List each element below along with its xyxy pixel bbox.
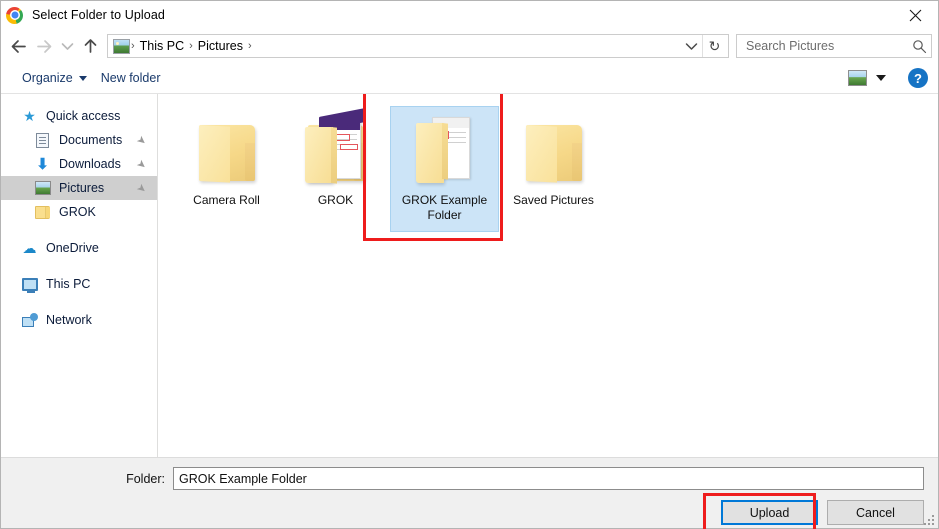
sidebar-item-this-pc[interactable]: This PC	[1, 272, 157, 296]
pictures-folder-icon	[113, 38, 130, 54]
breadcrumb-this-pc[interactable]: This PC	[136, 39, 188, 53]
up-arrow-icon	[84, 39, 96, 53]
sidebar-item-quick-access[interactable]: ★ Quick access	[1, 104, 157, 128]
pin-icon: ➤	[133, 180, 149, 196]
up-button[interactable]	[77, 33, 103, 59]
organize-button[interactable]: Organize	[15, 68, 94, 88]
dialog-footer: Folder: Upload Cancel	[1, 457, 938, 529]
download-icon: ⬇	[36, 155, 49, 173]
sidebar-item-network[interactable]: Network	[1, 308, 157, 332]
refresh-button[interactable]: ↻	[702, 35, 726, 57]
sidebar-item-label: GROK	[59, 205, 96, 219]
open-folder-icon	[408, 113, 482, 187]
folder-item-grok-example-folder[interactable]: GROK Example Folder	[390, 106, 499, 232]
folder-item-camera-roll[interactable]: Camera Roll	[172, 106, 281, 232]
sidebar-item-label: Quick access	[46, 109, 121, 123]
cancel-button[interactable]: Cancel	[827, 500, 924, 525]
cloud-icon: ☁	[22, 240, 37, 256]
folder-name-row: Folder:	[1, 458, 938, 490]
view-mode-icon[interactable]	[848, 70, 867, 86]
select-folder-dialog: Select Folder to Upload › This PC › Pict…	[0, 0, 939, 529]
button-row: Upload Cancel	[1, 490, 938, 529]
forward-arrow-icon	[36, 39, 51, 53]
search-input[interactable]	[744, 38, 912, 54]
navigation-bar: › This PC › Pictures › ↻	[1, 29, 938, 63]
resize-grip[interactable]	[922, 513, 934, 525]
help-icon[interactable]: ?	[908, 68, 928, 88]
folder-field-label: Folder:	[126, 471, 165, 486]
breadcrumb-pictures[interactable]: Pictures	[194, 39, 247, 53]
pin-icon: ➤	[133, 156, 149, 172]
dialog-body: ★ Quick access Documents ➤ ⬇ Downloads ➤…	[1, 94, 938, 457]
folder-name-input[interactable]	[173, 467, 924, 490]
sidebar-item-label: Downloads	[59, 157, 121, 171]
chevron-down-icon	[78, 75, 87, 81]
back-arrow-icon	[11, 39, 26, 53]
file-label: Camera Roll	[193, 193, 260, 207]
pictures-icon	[34, 180, 51, 196]
chevron-down-icon	[61, 42, 73, 50]
close-icon	[909, 9, 921, 21]
file-label: Saved Pictures	[513, 193, 594, 207]
folder-icon	[34, 204, 51, 220]
forward-button[interactable]	[31, 33, 57, 59]
sidebar-item-label: Pictures	[59, 181, 105, 195]
computer-icon	[21, 276, 38, 293]
chevron-down-icon[interactable]	[876, 75, 886, 81]
title-bar: Select Folder to Upload	[1, 1, 938, 29]
command-toolbar: Organize New folder ?	[1, 63, 938, 94]
sidebar-item-label: This PC	[46, 277, 91, 291]
address-bar[interactable]: › This PC › Pictures › ↻	[107, 34, 729, 58]
folder-with-preview-icon	[299, 108, 373, 187]
sidebar-item-grok[interactable]: GROK	[1, 200, 157, 224]
folder-icon	[517, 113, 591, 187]
star-icon: ★	[23, 108, 36, 124]
window-title: Select Folder to Upload	[32, 8, 165, 22]
sidebar-item-label: OneDrive	[46, 241, 99, 255]
upload-button[interactable]: Upload	[721, 500, 818, 525]
sidebar-item-label: Documents	[59, 133, 123, 147]
file-label: GROK	[317, 193, 354, 207]
sidebar-item-label: Network	[46, 313, 92, 327]
file-grid: Camera Roll GROK GROK Example Folder Sav…	[158, 94, 938, 232]
back-button[interactable]	[5, 33, 31, 59]
document-icon	[34, 132, 51, 148]
pin-icon: ➤	[133, 132, 149, 148]
search-box[interactable]	[736, 34, 932, 58]
file-label: GROK Example Folder	[401, 193, 488, 222]
chevron-down-icon	[685, 42, 697, 50]
sidebar-item-documents[interactable]: Documents ➤	[1, 128, 157, 152]
search-icon	[913, 39, 927, 53]
sidebar-item-downloads[interactable]: ⬇ Downloads ➤	[1, 152, 157, 176]
new-folder-button[interactable]: New folder	[94, 68, 168, 88]
organize-label: Organize	[22, 71, 73, 85]
file-list-pane[interactable]: Camera Roll GROK GROK Example Folder Sav…	[158, 94, 938, 457]
sidebar-item-onedrive[interactable]: ☁ OneDrive	[1, 236, 157, 260]
folder-item-saved-pictures[interactable]: Saved Pictures	[499, 106, 608, 232]
folder-item-grok[interactable]: GROK	[281, 106, 390, 232]
address-dropdown-button[interactable]	[680, 35, 702, 57]
close-button[interactable]	[892, 1, 938, 29]
breadcrumb-separator: ›	[247, 40, 252, 52]
chrome-icon	[6, 6, 23, 24]
network-icon	[21, 312, 38, 328]
sidebar-item-pictures[interactable]: Pictures ➤	[1, 176, 157, 200]
navigation-pane: ★ Quick access Documents ➤ ⬇ Downloads ➤…	[1, 94, 158, 457]
folder-icon	[190, 113, 264, 187]
recent-locations-button[interactable]	[57, 33, 77, 59]
